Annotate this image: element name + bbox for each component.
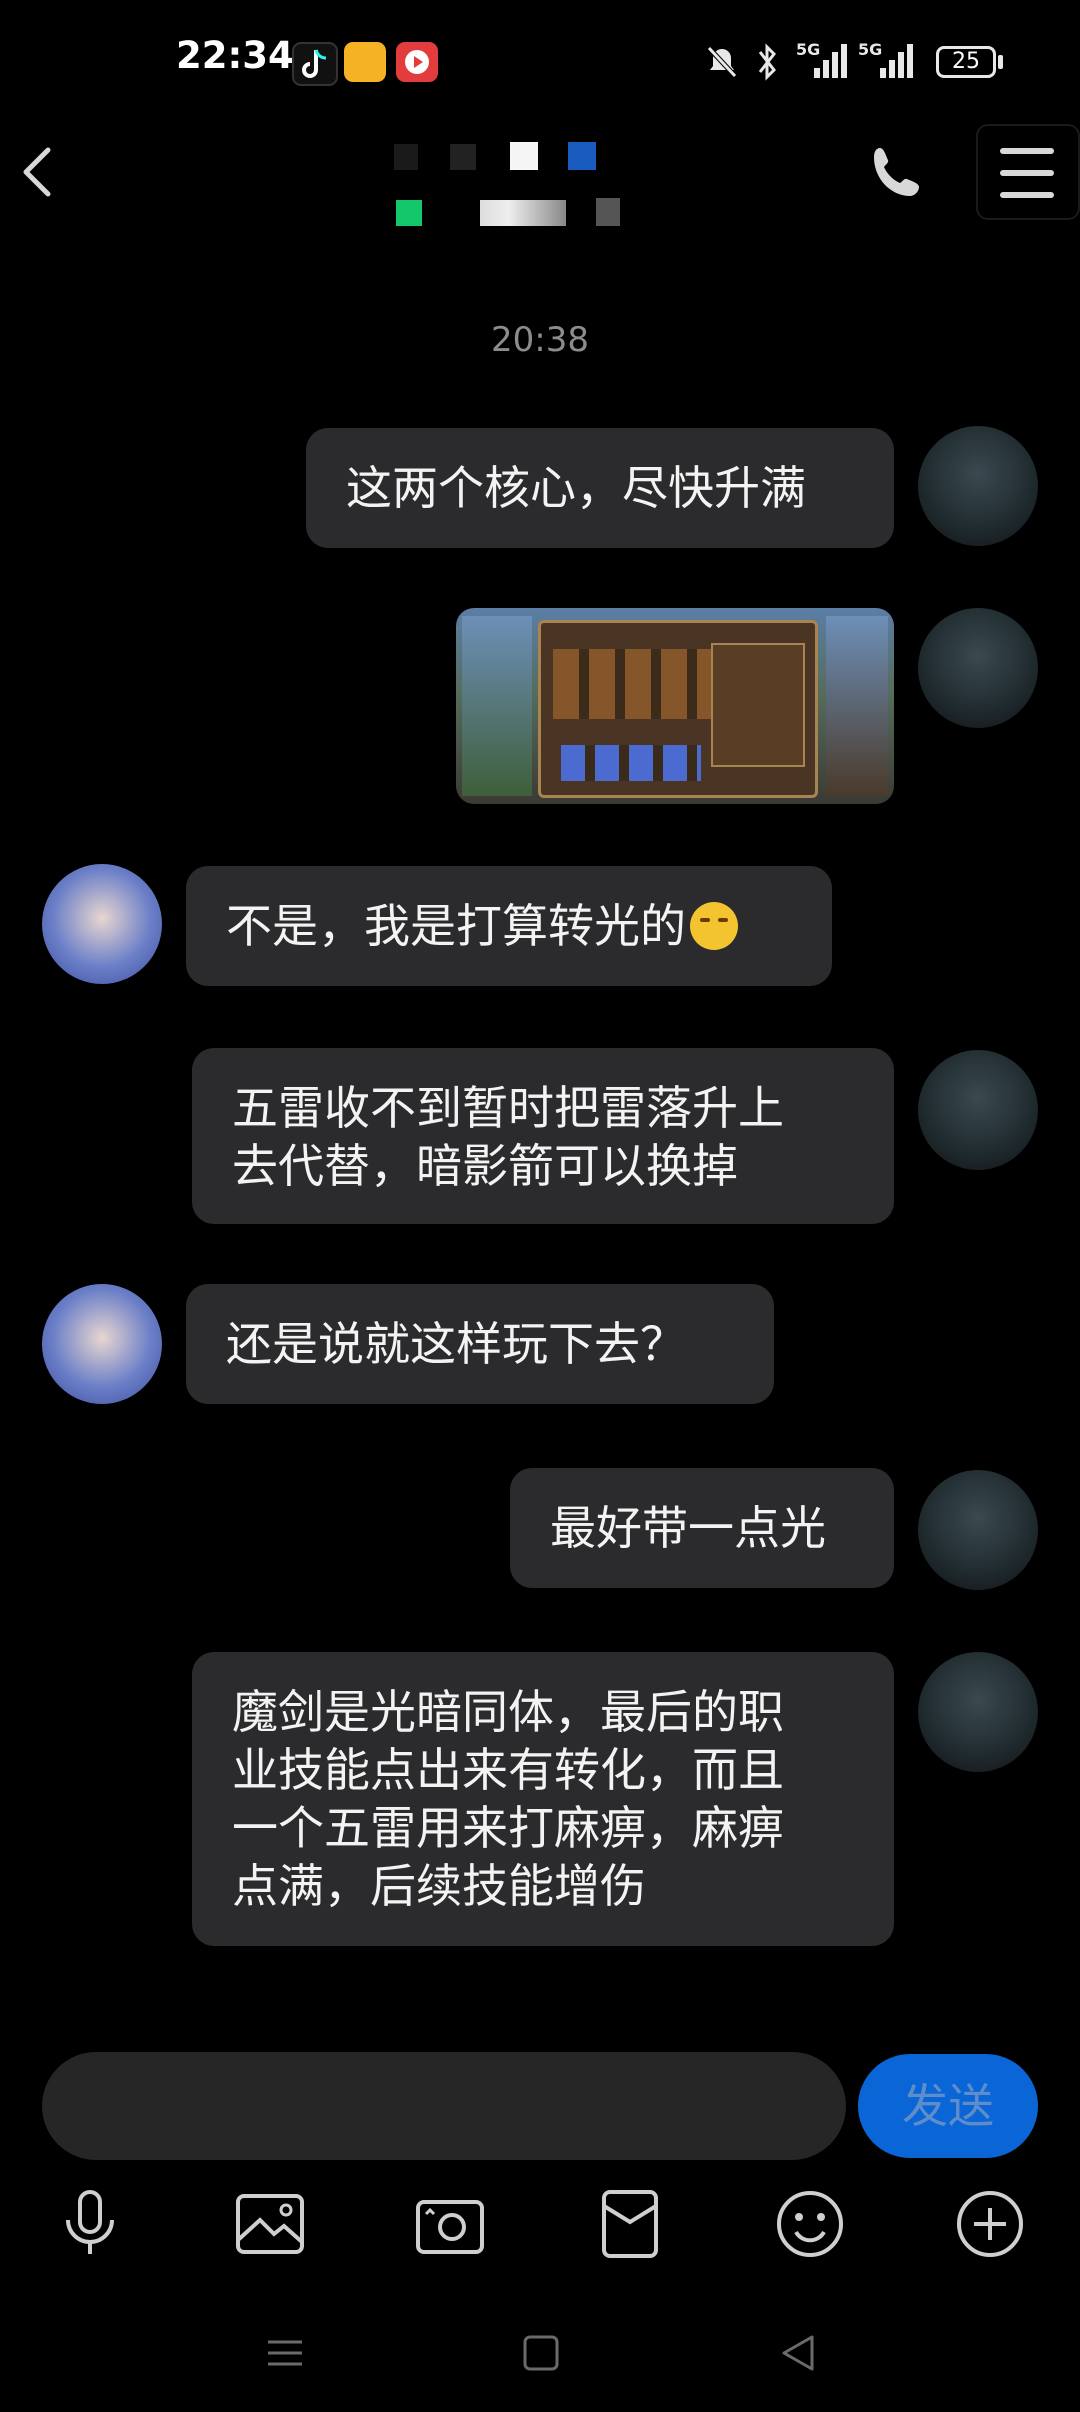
status-bar: 22:34 5G 5G 25 bbox=[0, 0, 1080, 120]
self-avatar[interactable] bbox=[918, 1470, 1038, 1590]
message-text: 不是，我是打算转光的 bbox=[226, 899, 686, 953]
self-avatar[interactable] bbox=[918, 1652, 1038, 1772]
message-bubble-self[interactable]: 这两个核心，尽快升满 bbox=[306, 428, 894, 548]
network-type-label: 5G bbox=[858, 40, 883, 59]
recent-apps-icon[interactable] bbox=[260, 2328, 310, 2378]
game-notification-icon bbox=[344, 42, 386, 82]
mute-bell-icon bbox=[707, 46, 737, 78]
message-bubble-self[interactable]: 五雷收不到暂时把雷落升上 去代替，暗影箭可以换掉 bbox=[192, 1048, 894, 1224]
emoji-icon bbox=[690, 902, 738, 950]
home-icon[interactable] bbox=[516, 2328, 566, 2378]
self-avatar[interactable] bbox=[918, 1050, 1038, 1170]
contact-avatar[interactable] bbox=[42, 1284, 162, 1404]
phone-icon[interactable] bbox=[866, 142, 928, 204]
camera-icon[interactable] bbox=[412, 2186, 488, 2262]
status-time: 22:34 bbox=[176, 34, 294, 77]
contact-avatar[interactable] bbox=[42, 864, 162, 984]
hamburger-menu-icon bbox=[1000, 148, 1054, 154]
red-packet-icon[interactable] bbox=[592, 2186, 668, 2262]
message-bubble-other[interactable]: 不是，我是打算转光的 bbox=[186, 866, 832, 986]
image-message[interactable] bbox=[456, 608, 894, 804]
battery-indicator: 25 bbox=[936, 46, 996, 78]
contact-name-redacted bbox=[390, 140, 650, 240]
bluetooth-icon bbox=[758, 43, 776, 81]
signal-2-icon: 5G bbox=[858, 40, 918, 80]
image-content bbox=[538, 620, 818, 798]
plus-icon[interactable] bbox=[952, 2186, 1028, 2262]
tiktok-notification-icon bbox=[292, 42, 338, 86]
chevron-left-icon[interactable] bbox=[14, 142, 62, 202]
network-type-label: 5G bbox=[796, 40, 821, 59]
battery-tip bbox=[998, 55, 1003, 69]
menu-button[interactable] bbox=[976, 124, 1080, 220]
back-triangle-icon[interactable] bbox=[774, 2328, 824, 2378]
self-avatar[interactable] bbox=[918, 426, 1038, 546]
self-avatar[interactable] bbox=[918, 608, 1038, 728]
video-notification-icon bbox=[396, 42, 438, 82]
message-bubble-self[interactable]: 魔剑是光暗同体，最后的职 业技能点出来有转化，而且 一个五雷用来打麻痹，麻痹 点… bbox=[192, 1652, 894, 1946]
signal-1-icon: 5G bbox=[796, 40, 848, 80]
message-bubble-self[interactable]: 最好带一点光 bbox=[510, 1468, 894, 1588]
microphone-icon[interactable] bbox=[52, 2186, 128, 2262]
send-button[interactable]: 发送 bbox=[858, 2054, 1038, 2158]
chat-timestamp: 20:38 bbox=[491, 320, 589, 360]
image-icon[interactable] bbox=[232, 2186, 308, 2262]
emoji-icon[interactable] bbox=[772, 2186, 848, 2262]
message-bubble-other[interactable]: 还是说就这样玩下去？ bbox=[186, 1284, 774, 1404]
message-input[interactable] bbox=[42, 2052, 846, 2160]
